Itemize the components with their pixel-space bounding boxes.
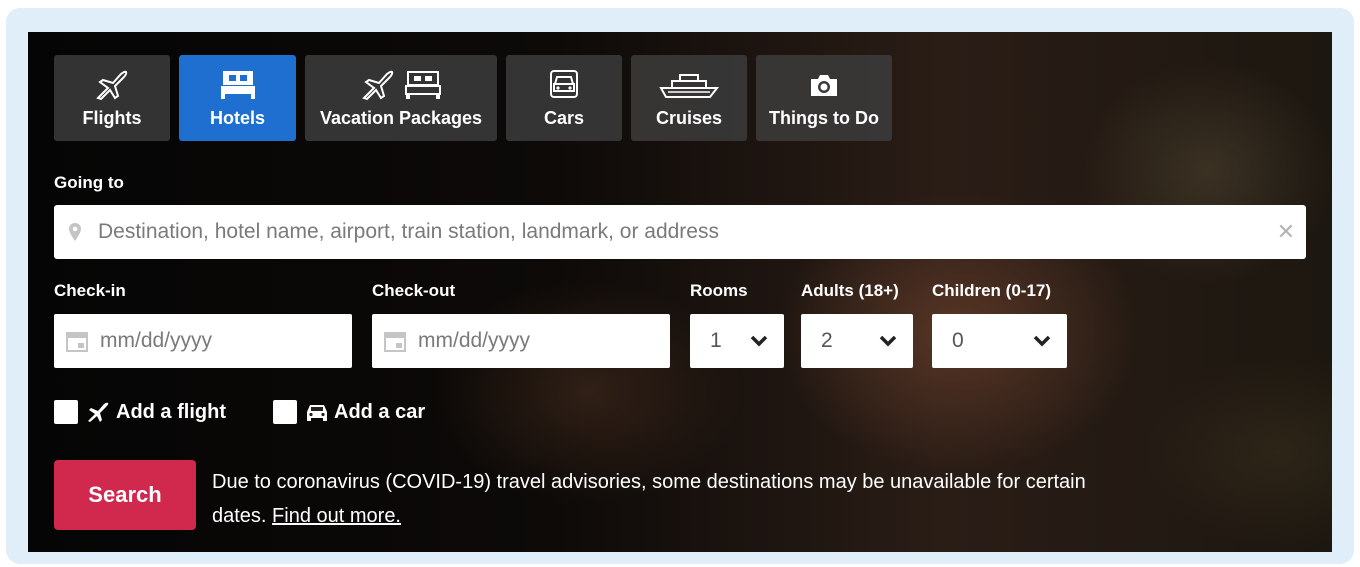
children-label: Children (0-17) bbox=[932, 281, 1052, 300]
chevron-down-icon bbox=[750, 335, 768, 347]
tab-things-to-do[interactable]: Things to Do bbox=[756, 55, 892, 141]
check-out-label: Check-out bbox=[372, 281, 456, 300]
children-value: 0 bbox=[952, 329, 964, 352]
product-tabs: Flights Hotels Vacation Packages Cars Cr… bbox=[54, 55, 892, 141]
destination-input[interactable] bbox=[96, 219, 1266, 245]
tab-cars[interactable]: Cars bbox=[506, 55, 622, 141]
tab-cruises-label: Cruises bbox=[655, 108, 723, 128]
plane-icon bbox=[96, 70, 128, 101]
plane-icon bbox=[362, 70, 394, 101]
calendar-icon bbox=[384, 332, 406, 352]
add-car-checkbox[interactable]: Add a car bbox=[273, 400, 425, 424]
map-pin-icon bbox=[69, 223, 81, 241]
rooms-label: Rooms bbox=[690, 281, 748, 300]
rooms-value: 1 bbox=[710, 329, 722, 352]
chevron-down-icon bbox=[1033, 335, 1051, 347]
check-out-input[interactable] bbox=[416, 328, 660, 354]
check-in-input[interactable] bbox=[98, 328, 342, 354]
camera-icon bbox=[811, 75, 837, 96]
search-panel: Flights Hotels Vacation Packages Cars Cr… bbox=[28, 32, 1332, 552]
add-car-box[interactable] bbox=[273, 400, 297, 424]
add-flight-checkbox[interactable]: Add a flight bbox=[54, 400, 226, 424]
search-button[interactable]: Search bbox=[54, 460, 196, 530]
bed-icon bbox=[405, 71, 441, 99]
children-select[interactable]: 0 bbox=[932, 314, 1067, 368]
adults-value: 2 bbox=[821, 329, 833, 352]
chevron-down-icon bbox=[879, 335, 897, 347]
tab-hotels-label: Hotels bbox=[209, 108, 265, 128]
find-out-more-link[interactable]: Find out more. bbox=[272, 505, 401, 527]
check-out-field[interactable] bbox=[372, 314, 670, 368]
car-icon bbox=[550, 70, 578, 98]
add-flight-label: Add a flight bbox=[116, 400, 226, 423]
tab-things-to-do-label: Things to Do bbox=[769, 108, 879, 128]
covid-notice: Due to coronavirus (COVID-19) travel adv… bbox=[212, 465, 1092, 533]
close-icon[interactable]: ✕ bbox=[1266, 219, 1306, 245]
car-icon bbox=[307, 405, 327, 421]
add-flight-box[interactable] bbox=[54, 400, 78, 424]
going-to-label: Going to bbox=[54, 173, 124, 192]
tab-flights[interactable]: Flights bbox=[54, 55, 170, 141]
adults-select[interactable]: 2 bbox=[801, 314, 913, 368]
tab-flights-label: Flights bbox=[82, 108, 142, 128]
calendar-icon bbox=[66, 332, 88, 352]
check-in-field[interactable] bbox=[54, 314, 352, 368]
ship-icon bbox=[659, 74, 720, 98]
tab-vacation-packages-label: Vacation Packages bbox=[319, 108, 483, 128]
destination-field[interactable]: ✕ bbox=[54, 205, 1306, 259]
tab-vacation-packages[interactable]: Vacation Packages bbox=[305, 55, 497, 141]
tab-cars-label: Cars bbox=[543, 108, 585, 128]
adults-label: Adults (18+) bbox=[801, 281, 899, 300]
rooms-select[interactable]: 1 bbox=[690, 314, 784, 368]
tab-hotels[interactable]: Hotels bbox=[179, 55, 296, 141]
tab-cruises[interactable]: Cruises bbox=[631, 55, 747, 141]
add-car-label: Add a car bbox=[334, 400, 426, 423]
plane-icon bbox=[88, 402, 109, 422]
bed-icon bbox=[220, 71, 255, 99]
check-in-label: Check-in bbox=[54, 281, 126, 300]
